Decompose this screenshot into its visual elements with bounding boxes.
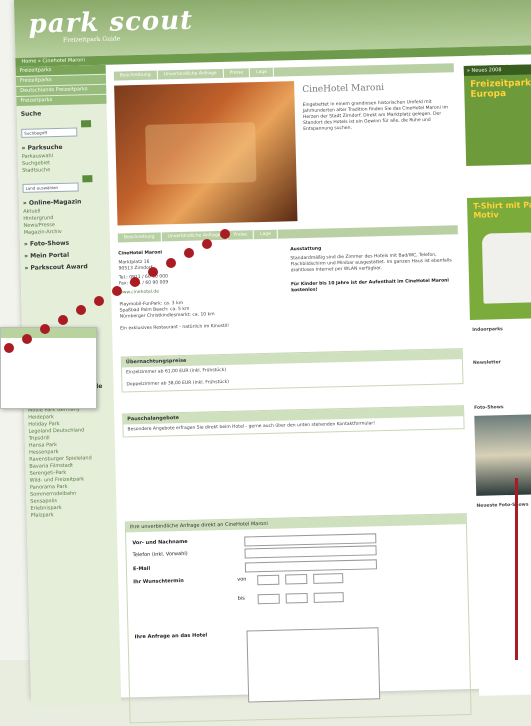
sidebar-item-freizeitparks-3[interactable]: Freizeitparks — [16, 94, 107, 106]
date-label: Ihr Wunschtermin — [133, 578, 184, 586]
dot-marker — [94, 296, 104, 306]
foto-shows-title: Foto-Shows — [474, 405, 504, 411]
bis-year-select[interactable] — [313, 592, 344, 603]
parksuche-title[interactable]: » Parksuche — [22, 143, 104, 152]
ausstattung-text: Standardmäßig sind die Zimmer des Hotels… — [290, 252, 452, 274]
hotel-equipment: Ausstattung Standardmäßig sind die Zimme… — [290, 243, 459, 294]
name-label: Vor- und Nachname — [132, 538, 188, 547]
tab-anfrage[interactable]: Unverbindliche Anfrage — [157, 68, 224, 80]
ad-text: Freizeitparks in Europa — [470, 78, 531, 100]
dot-marker — [4, 343, 14, 353]
dot-marker — [76, 305, 86, 315]
site-logo[interactable]: park scout Freizeitpark Guide — [28, 6, 193, 45]
tab-beschreibung[interactable]: Beschreibung — [117, 232, 162, 243]
sidebar-link[interactable]: Magazin-Archiv — [24, 228, 106, 236]
von-day-select[interactable] — [257, 574, 280, 586]
search-title: Suche — [20, 110, 42, 118]
restaurant-note: Ein exklusives Restaurant - natürlich im… — [120, 323, 230, 332]
online-magazin-title[interactable]: » Online-Magazin — [23, 198, 105, 206]
web-link[interactable]: www.cinehotel.de — [119, 287, 279, 297]
dot-marker — [130, 277, 140, 287]
inquiry-form: Ihre unverbindliche Anfrage direkt an Ci… — [124, 513, 472, 724]
dot-marker — [58, 315, 68, 325]
email-input[interactable] — [244, 559, 378, 573]
tab-anfrage[interactable]: Unverbindliche Anfrage — [161, 230, 228, 242]
hotel-title: CineHotel Maroni — [302, 82, 385, 95]
von-month-select[interactable] — [285, 574, 308, 585]
sidebar-link[interactable]: Stadtsuche — [22, 166, 104, 174]
beliebte-list: Europa-ParkPhantasialandMovie Park Germa… — [24, 392, 117, 519]
mein-portal-link[interactable]: » Mein Portal — [24, 251, 106, 260]
right-sidebar: » Neues 2008 Freizeitparks in Europa T-S… — [463, 53, 531, 696]
hotel-photo — [114, 81, 298, 226]
ausstattung-title: Ausstattung — [290, 246, 322, 253]
newsletter-title: Newsletter — [472, 360, 501, 366]
phone-label: Telefon (inkl. Vorwahl) — [132, 550, 188, 559]
address: Marktplatz 16 90513 Zirndorf — [118, 259, 153, 272]
message-textarea[interactable] — [246, 627, 381, 703]
dot-marker — [112, 286, 122, 296]
beliebte-link[interactable]: Pfalzpark — [31, 511, 113, 519]
bis-label: bis — [237, 595, 245, 602]
tab-preise[interactable]: Preise — [223, 68, 251, 78]
tab-preise[interactable]: Preise — [227, 230, 255, 240]
bis-month-select[interactable] — [285, 593, 308, 604]
foto-shows-link[interactable]: » Foto-Shows — [24, 239, 106, 248]
von-label: von — [237, 576, 247, 583]
phone-input[interactable] — [244, 545, 377, 559]
kinder-note: Für Kinder bis 10 Jahre ist der Aufentha… — [290, 278, 449, 294]
main-content: Beschreibung Unverbindliche Anfrage Prei… — [113, 63, 472, 724]
bis-day-select[interactable] — [257, 593, 280, 605]
connector-line — [515, 478, 518, 660]
form-title: Ihre unverbindliche Anfrage direkt an Ci… — [125, 514, 466, 533]
dot-marker — [148, 267, 158, 277]
hotel-description: Eingebettet in einem grandiosen historis… — [302, 99, 449, 132]
page-background: park scout Freizeitpark Guide Home » Cin… — [0, 0, 531, 724]
tab-lage[interactable]: Lage — [250, 67, 275, 78]
parkscout-award-link[interactable]: » Parkscout Award — [24, 263, 106, 272]
dot-marker — [40, 324, 50, 334]
distances: Playmobil-FunPark: ca. 3 km Spaßbad Palm… — [119, 300, 215, 320]
country-go-button[interactable] — [82, 175, 93, 183]
tab-beschreibung[interactable]: Beschreibung — [113, 70, 158, 81]
von-year-select[interactable] — [313, 573, 344, 584]
tab-bar: Beschreibung Unverbindliche Anfrage Prei… — [113, 63, 454, 81]
hotel-contact: CineHotel Maroni Marktplatz 16 90513 Zir… — [118, 248, 280, 333]
ad-banner-tshirt[interactable]: T-Shirt mit Park-Motiv — [466, 195, 531, 320]
country-select[interactable]: Land auswählen — [22, 182, 79, 193]
ad-banner-europa[interactable]: » Neues 2008 Freizeitparks in Europa — [463, 63, 531, 167]
tab-bar-secondary: Beschreibung Unverbindliche Anfrage Prei… — [117, 225, 458, 243]
zoom-callout — [0, 327, 97, 409]
dot-marker — [166, 258, 176, 268]
name-input[interactable] — [244, 533, 377, 547]
dot-marker — [184, 248, 194, 258]
foto-show-image[interactable] — [474, 413, 531, 496]
dot-marker — [202, 239, 212, 249]
indoor-title: Indoorparks — [472, 327, 503, 333]
address-title: CineHotel Maroni — [118, 250, 163, 257]
search-button[interactable] — [80, 120, 92, 128]
search-input[interactable]: Suchbegriff — [21, 127, 78, 138]
tab-lage[interactable]: Lage — [253, 229, 279, 240]
packages-box: Pauschalangebote Besondere Angebote erfr… — [122, 405, 465, 438]
ad-text: T-Shirt mit Park-Motiv — [473, 200, 531, 220]
neueste-title: Neueste Foto-Shows — [476, 502, 529, 509]
prices-box: Übernachtungspreise Einzelzimmer ab 61,0… — [120, 348, 464, 393]
dot-marker — [220, 229, 230, 239]
dot-marker — [22, 334, 32, 344]
email-label: E-Mail — [132, 565, 151, 573]
message-label: Ihre Anfrage an das Hotel — [134, 632, 208, 641]
tshirt-image — [481, 232, 531, 304]
